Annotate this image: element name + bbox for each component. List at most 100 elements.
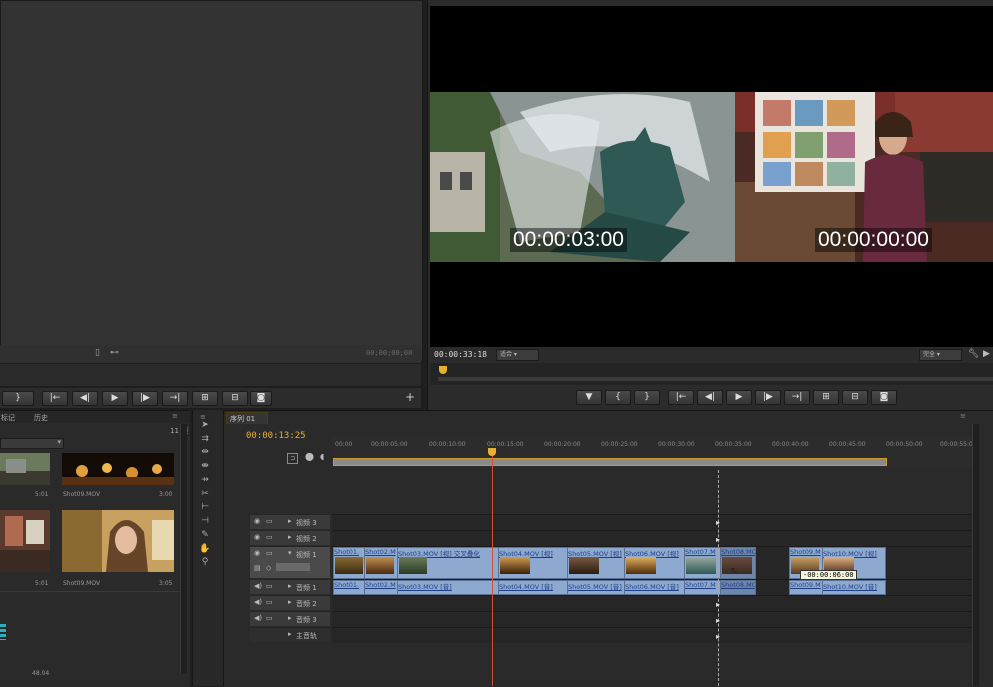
add-marker-icon[interactable]: ⬤ [305, 452, 314, 461]
audio-clip-selected[interactable]: Shot08.MO [720, 580, 756, 595]
program-current-time[interactable]: 00:00:33:18 [434, 350, 487, 359]
playhead-line[interactable] [492, 456, 493, 686]
playhead-handle[interactable] [488, 448, 496, 456]
lock-icon[interactable]: ▭ [266, 598, 273, 606]
source-step-forward-button[interactable]: |▶ [132, 391, 158, 406]
lock-icon[interactable]: ▭ [266, 549, 273, 557]
track-select-tool-icon[interactable]: ⇉ [198, 434, 212, 446]
track-header-audio-3[interactable]: ◀) ▭ ▸ 音频 3 [250, 611, 330, 626]
work-area-bar[interactable] [333, 458, 887, 466]
marker-icon[interactable]: ◖ [320, 452, 324, 461]
audio-clip[interactable]: Shot09.M [789, 580, 823, 595]
audio-clip[interactable]: Shot01. [333, 580, 365, 595]
export-frame-button[interactable]: ◙ [871, 390, 897, 405]
audio-clip[interactable]: Shot04.MOV [音] [498, 580, 568, 595]
source-step-back-button[interactable]: ◀| [72, 391, 98, 406]
lock-icon[interactable]: ▭ [266, 614, 273, 622]
project-thumb-2[interactable] [62, 453, 174, 485]
fit-select[interactable]: 适合 ▾ [496, 349, 539, 361]
goto-in-button[interactable]: |← [668, 390, 694, 405]
add-button-icon[interactable]: + [405, 390, 415, 404]
lock-icon[interactable]: ▭ [266, 582, 273, 590]
program-scrub-bar[interactable] [438, 377, 993, 381]
tab-history[interactable]: 历史 [34, 413, 48, 423]
track-header-audio-2[interactable]: ◀) ▭ ▸ 音频 2 [250, 595, 330, 610]
display-style-icon[interactable]: ▤ [254, 564, 261, 572]
mark-in-button[interactable]: { [605, 390, 631, 405]
speaker-icon[interactable]: ◀) [254, 598, 262, 606]
goto-out-button[interactable]: →| [784, 390, 810, 405]
timeline-timecode[interactable]: 00:00:13:25 [246, 431, 306, 441]
expand-icon[interactable]: ▸ [288, 630, 292, 638]
razor-tool-icon[interactable]: ✂ [198, 489, 212, 501]
collapse-icon[interactable]: ▾ [288, 549, 292, 557]
source-play-button[interactable]: ▶ [102, 391, 128, 406]
timeline-tab[interactable]: 序列 01 [226, 412, 268, 424]
expand-icon[interactable]: ▸ [288, 533, 292, 541]
source-scrubber[interactable] [0, 364, 421, 386]
rate-stretch-tool-icon[interactable]: ⇸ [198, 475, 212, 487]
source-overwrite-button[interactable]: ⊟ [222, 391, 248, 406]
expand-icon[interactable]: ▸ [288, 582, 292, 590]
program-playhead-marker[interactable] [439, 366, 447, 374]
project-thumb-1[interactable] [0, 453, 50, 485]
project-scrollbar[interactable] [180, 424, 187, 674]
track-header-video-2[interactable]: ◉ ▭ ▸ 视频 2 [250, 530, 330, 545]
keyframe-slider[interactable] [276, 563, 310, 571]
wrench-icon[interactable]: 🔧︎ [968, 349, 979, 359]
eye-icon[interactable]: ◉ [254, 517, 260, 525]
extract-button[interactable]: ⊟ [842, 390, 868, 405]
track-header-video-3[interactable]: ◉ ▭ ▸ 视频 3 [250, 514, 330, 529]
eye-icon[interactable]: ◉ [254, 533, 260, 541]
panel-menu-icon[interactable]: ≡ [172, 412, 178, 420]
zoom-tool-icon[interactable]: ⚲ [198, 557, 212, 569]
output-icon[interactable]: ⊷ [110, 348, 119, 358]
project-thumb-3[interactable] [0, 510, 50, 572]
expand-icon[interactable]: ▸ [288, 517, 292, 525]
track-header-audio-1[interactable]: ◀) ▭ ▸ 音频 1 [250, 579, 330, 594]
step-back-button[interactable]: ◀| [697, 390, 723, 405]
source-out-button[interactable]: } [2, 391, 34, 406]
project-filter-dropdown[interactable]: ▾ [0, 438, 64, 449]
timeline-menu-icon[interactable]: ≡ [960, 412, 966, 420]
audio-clip[interactable]: Shot10.MOV [音] [822, 580, 886, 595]
track-header-master[interactable]: ▸ 主音轨 [250, 627, 330, 642]
project-thumb-4[interactable] [62, 510, 174, 572]
ripple-edit-tool-icon[interactable]: ⇹ [198, 447, 212, 459]
source-export-frame-button[interactable]: ◙ [250, 391, 272, 406]
quality-select[interactable]: 完全 ▾ [919, 349, 962, 361]
expand-icon[interactable]: ▸ [288, 614, 292, 622]
pen-tool-icon[interactable]: ✎ [198, 530, 212, 542]
audio-clip[interactable]: Shot03.MOV [音] [397, 580, 499, 595]
tab-markers[interactable]: 标记 [1, 413, 15, 423]
lift-button[interactable]: ⊞ [813, 390, 839, 405]
hand-tool-icon[interactable]: ✋ [198, 544, 212, 556]
audio-clip[interactable]: Shot07.M [684, 580, 721, 595]
audio-clip[interactable]: Shot02.M [364, 580, 398, 595]
source-goto-out-button[interactable]: →| [162, 391, 188, 406]
speaker-icon[interactable]: ◀) [254, 614, 262, 622]
mark-out-button[interactable]: } [634, 390, 660, 405]
program-menu-icon[interactable]: ▶ [983, 349, 990, 359]
lock-icon[interactable]: ▭ [266, 533, 273, 541]
rolling-edit-tool-icon[interactable]: ⇼ [198, 461, 212, 473]
source-goto-in-button[interactable]: |← [42, 391, 68, 406]
selection-tool-icon[interactable]: ➤ [198, 420, 212, 432]
slide-tool-icon[interactable]: ⊣ [198, 516, 212, 528]
audio-clip[interactable]: Shot06.MOV [音] [624, 580, 685, 595]
step-forward-button[interactable]: |▶ [755, 390, 781, 405]
source-insert-button[interactable]: ⊞ [192, 391, 218, 406]
snap-icon[interactable]: ⊐ [287, 453, 298, 464]
speaker-icon[interactable]: ◀) [254, 582, 262, 590]
eye-icon[interactable]: ◉ [254, 549, 260, 557]
keyframe-icon[interactable]: ◇ [266, 564, 271, 572]
slip-tool-icon[interactable]: ⊢ [198, 502, 212, 514]
safe-margins-icon[interactable]: ▯ [95, 348, 100, 358]
audio-clip[interactable]: Shot05.MOV [音] [567, 580, 625, 595]
play-button[interactable]: ▶ [726, 390, 752, 405]
timeline-vertical-scrollbar[interactable] [972, 424, 979, 686]
expand-icon[interactable]: ▸ [288, 598, 292, 606]
track-header-video-1[interactable]: ◉ ▭ ▾ 视频 1 ▤ ◇ [250, 546, 330, 578]
program-scrubber[interactable] [430, 363, 993, 385]
lock-icon[interactable]: ▭ [266, 517, 273, 525]
